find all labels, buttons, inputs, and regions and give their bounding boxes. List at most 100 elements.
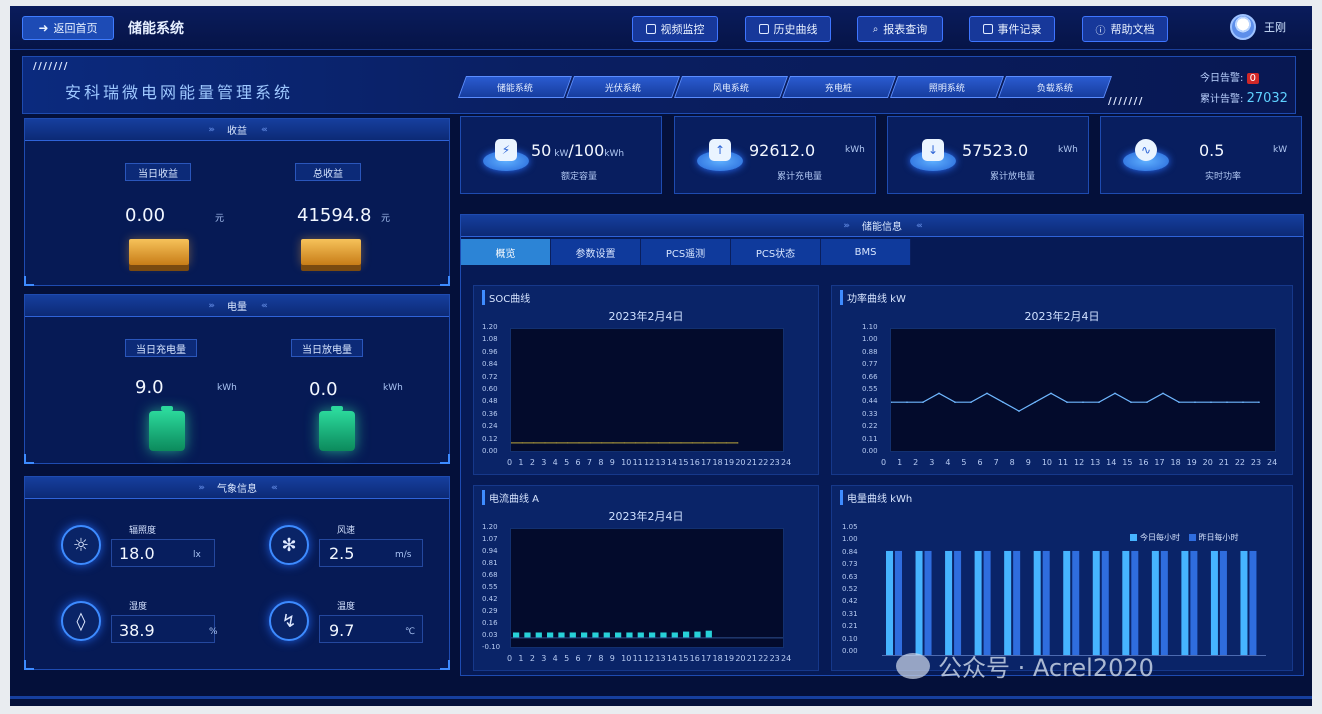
current-bar [649,632,656,638]
help-doc-button[interactable]: ⓘ 帮助文档 [1082,16,1168,42]
y-tick-label: 0.00 [842,647,858,655]
tab-label: 照明系统 [928,83,965,94]
x-tick-label: 20 [1202,458,1213,467]
history-curve-button[interactable]: 历史曲线 [745,16,831,42]
current-plot-area [510,528,784,648]
data-point [986,392,988,395]
current-bar [683,631,690,638]
chart-svg [510,442,739,444]
x-tick-label: 3 [541,654,547,663]
back-home-label: 返回首页 [53,22,98,35]
data-point [1018,410,1020,412]
y-tick-label: 1.07 [482,535,498,543]
x-tick-label: 12 [644,654,655,663]
decor-stripes: / / / / / / / [33,61,67,72]
video-icon [645,24,656,34]
user-menu[interactable]: 王刚 [1230,14,1286,40]
tab-pcs-telemetry[interactable]: PCS遥测 [641,239,731,265]
x-tick-label: 19 [723,458,735,467]
income-panel: ››› 收益 ‹‹‹ 当日收益 总收益 0.00 元 41594.8 元 [24,118,450,286]
data-point [938,392,940,395]
tab-params[interactable]: 参数设置 [551,239,641,265]
event-record-button[interactable]: 事件记录 [969,16,1055,42]
tab-load-system[interactable]: 负载系统 [997,76,1113,98]
y-tick-label: 0.94 [482,547,498,555]
panel-header: ››› 气象信息 ‹‹‹ [25,477,449,499]
x-tick-label: 15 [678,654,689,663]
help-doc-label: 帮助文档 [1110,23,1155,36]
x-tick-label: 13 [1090,458,1101,467]
y-tick-label: 0.66 [862,372,878,381]
data-point [1226,401,1228,403]
series-line [891,392,1259,412]
gold-bar-icon [301,239,361,265]
tab-storage-system[interactable]: 储能系统 [457,76,573,98]
tab-wind-system[interactable]: 风电系统 [673,76,789,98]
x-tick-label: 19 [723,654,735,663]
x-tick-label: 22 [758,654,769,663]
data-point [970,401,972,403]
capacity-value: 50 kW/100kWh [531,141,625,160]
tab-charging-pile[interactable]: 充电桩 [781,76,897,98]
system-name: 储能系统 [128,21,184,37]
tab-lighting-system[interactable]: 照明系统 [889,76,1005,98]
wechat-icon [896,652,930,679]
event-record-label: 事件记录 [997,23,1042,36]
panel-title: 收益 [227,126,247,137]
x-tick-label: 13 [655,458,666,467]
data-point [725,442,728,444]
battery-icon [149,406,185,451]
y-tick-label: 1.08 [482,335,498,344]
y-tick-label: 0.31 [842,609,858,618]
data-point [521,442,524,444]
temperature-unit: ℃ [405,627,416,637]
alarm-total-label: 累计告警: [1200,94,1244,105]
y-tick-label: 0.96 [482,347,498,356]
y-tick-label: 1.05 [842,523,858,531]
x-tick-label: 17 [701,458,712,467]
decor-stripes-right: / / / / / / / [1108,96,1142,107]
x-tick-label: 10 [1041,458,1053,467]
power-icon: ∿ [1135,139,1157,161]
data-point [589,442,592,444]
report-query-button[interactable]: ⌕ 报表查询 [857,16,943,42]
video-monitor-button[interactable]: 视频监控 [632,16,718,42]
x-tick-label: 4 [945,458,951,467]
panel-header: ››› 收益 ‹‹‹ [25,119,449,141]
y-tick-label: 0.16 [482,619,498,627]
x-tick-label: 11 [632,458,643,467]
record-icon [982,24,993,34]
tab-pv-system[interactable]: 光伏系统 [565,76,681,98]
soc-chart-date: 2023年2月4日 [608,310,684,323]
y-tick-label: 0.84 [482,360,498,369]
tab-pcs-status[interactable]: PCS状态 [731,239,821,265]
today-income-value: 0.00 [125,205,166,226]
avatar [1230,14,1256,40]
data-point [691,442,694,444]
x-tick-label: 20 [735,654,746,663]
alarm-today-badge[interactable]: 0 [1246,73,1259,84]
page-title: 安科瑞微电网能量管理系统 [65,83,294,102]
tab-bms[interactable]: BMS [821,239,911,265]
battery-icon [319,406,355,451]
today-discharge-label: 当日放电量 [291,339,363,357]
discharge-icon: ↓ [922,139,944,161]
data-point [922,401,924,403]
x-tick-label: 19 [1186,458,1197,467]
x-tick-label: 22 [1234,458,1246,467]
stat-card-total-discharge: ↓ 57523.0 kWh 累计放电量 [887,116,1089,194]
y-tick-label: 0.10 [842,634,858,643]
back-home-button[interactable]: ➜ 返回首页 [22,16,114,40]
y-tick-label: 0.29 [482,607,498,615]
energy-bar [1063,550,1071,655]
data-point [906,401,908,403]
report-query-label: 报表查询 [883,23,928,36]
current-bar [671,632,678,638]
watermark-text: 公众号 · Acrel2020 [938,654,1154,682]
wind-speed-label: 风速 [337,526,356,536]
x-tick-label: 2 [529,458,535,467]
history-icon [758,24,769,34]
y-tick-label: 0.72 [482,372,498,381]
tab-overview[interactable]: 概览 [461,239,551,265]
energy-bar [1092,550,1100,655]
